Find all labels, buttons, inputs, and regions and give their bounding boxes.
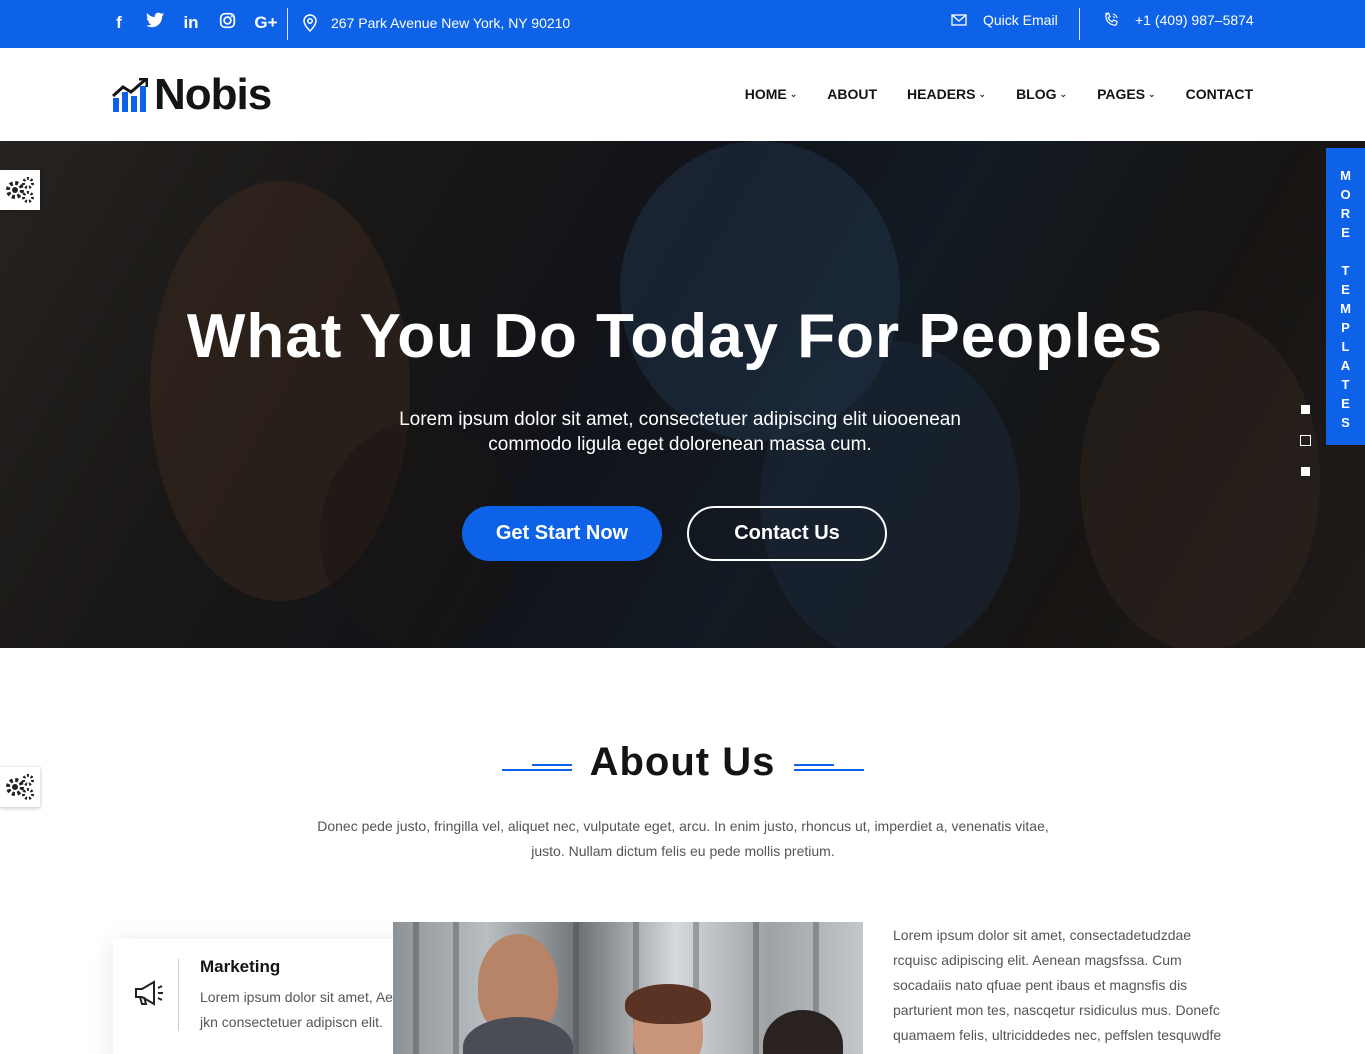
tab-letter: M	[1340, 301, 1351, 316]
tab-letter	[1344, 242, 1348, 261]
about-paragraph-line: rcquisc adipiscing elit. Aenean magsfssa…	[893, 952, 1182, 968]
chevron-down-icon: ⌄	[1148, 88, 1156, 99]
slide-dot[interactable]	[1301, 405, 1310, 414]
phone-link[interactable]: +1 (409) 987–5874	[1103, 12, 1254, 28]
card-title: Marketing	[200, 957, 281, 976]
hero-overlay	[0, 141, 1365, 648]
hero-subtitle-line: commodo ligula eget dolorenean massa cum…	[488, 434, 872, 455]
about-paragraph-line: parturient mon tes, nascqetur rsidiculus…	[893, 1002, 1220, 1018]
tab-letter: T	[1341, 377, 1350, 392]
linkedin-icon[interactable]: in	[180, 12, 202, 34]
brand-name: Nobis	[154, 70, 272, 119]
about-paragraph-line: Lorem ipsum dolor sit amet, consectadetu…	[893, 927, 1192, 943]
chevron-down-icon: ⌄	[1059, 88, 1068, 99]
nav-item-pages[interactable]: PAGES ⌄	[1097, 86, 1156, 102]
location-pin-icon	[303, 14, 317, 32]
slider-pagination	[1300, 405, 1311, 476]
about-paragraph: Lorem ipsum dolor sit amet, consectadetu…	[893, 923, 1258, 1048]
gears-icon	[6, 177, 34, 203]
social-links: f in G+	[108, 12, 280, 34]
google-plus-icon[interactable]: G+	[252, 12, 280, 34]
phone-number: +1 (409) 987–5874	[1135, 12, 1254, 28]
nav-label: HEADERS	[907, 86, 976, 102]
tab-letter: T	[1341, 263, 1350, 278]
nav-item-about[interactable]: ABOUT	[827, 86, 877, 102]
nav-label: BLOG	[1016, 86, 1057, 102]
twitter-icon[interactable]	[144, 12, 166, 34]
about-description-line: justo. Nullam dictum felis eu pede molli…	[531, 843, 835, 859]
about-description-line: Donec pede justo, fringilla vel, aliquet…	[317, 818, 1049, 834]
more-templates-tab[interactable]: MORE TEMPLATES	[1326, 148, 1365, 445]
nav-item-headers[interactable]: HEADERS ⌄	[907, 86, 986, 102]
nav-label: HOME	[744, 86, 787, 102]
logo[interactable]: Nobis	[112, 70, 272, 120]
nav-item-contact[interactable]: CONTACT	[1186, 86, 1253, 102]
hero-title: What You Do Today For Peoples	[186, 302, 1164, 371]
nav-item-home[interactable]: HOME ⌄	[745, 86, 798, 102]
envelope-icon	[951, 14, 967, 26]
address: 267 Park Avenue New York, NY 90210	[303, 14, 570, 32]
settings-toggle[interactable]	[0, 170, 40, 210]
tab-letter: A	[1340, 358, 1351, 373]
team-photo	[393, 922, 863, 1054]
quick-email-link[interactable]: Quick Email	[951, 12, 1058, 28]
tab-letter: E	[1341, 225, 1350, 240]
about-paragraph-line: quamaem felis, ultriciddedes nec, peffsl…	[893, 1027, 1222, 1043]
nav-label: ABOUT	[827, 86, 878, 102]
tab-letter: M	[1340, 168, 1351, 183]
nav-item-blog[interactable]: BLOG ⌄	[1016, 86, 1067, 102]
about-description: Donec pede justo, fringilla vel, aliquet…	[283, 814, 1083, 864]
main-navbar: Nobis HOME ⌄ ABOUT HEADERS ⌄ BLOG ⌄ PAGES ⌄ …	[0, 48, 1365, 141]
chevron-down-icon: ⌄	[789, 88, 798, 99]
main-menu: HOME ⌄ ABOUT HEADERS ⌄ BLOG ⌄ PAGES ⌄ CONTAC…	[745, 86, 1253, 102]
tab-letter: R	[1340, 206, 1351, 221]
chart-logo-icon	[112, 78, 148, 112]
divider	[287, 8, 288, 40]
chevron-down-icon: ⌄	[978, 88, 987, 99]
instagram-icon[interactable]	[216, 12, 238, 34]
quick-email-label: Quick Email	[983, 12, 1058, 28]
tab-letter: L	[1341, 339, 1350, 354]
nav-label: PAGES	[1097, 86, 1146, 102]
tab-letter: E	[1341, 282, 1350, 297]
address-text: 267 Park Avenue New York, NY 90210	[331, 15, 571, 31]
tab-letter: P	[1341, 320, 1350, 335]
hero-slider: What You Do Today For Peoples Lorem ipsu…	[0, 141, 1365, 648]
divider	[178, 959, 179, 1031]
hero-subtitle: Lorem ipsum dolor sit amet, consectetuer…	[380, 407, 980, 457]
divider	[1079, 8, 1080, 40]
nav-label: CONTACT	[1185, 86, 1253, 102]
facebook-icon[interactable]: f	[108, 12, 130, 34]
slide-dot-active[interactable]	[1300, 435, 1311, 446]
megaphone-icon	[133, 979, 165, 1012]
phone-icon	[1104, 12, 1118, 26]
about-paragraph-line: socadaiis nato qfuae pent ibaus et magns…	[893, 977, 1188, 993]
get-start-now-button[interactable]: Get Start Now	[462, 506, 662, 561]
top-bar: f in G+ 267 Park Avenue New York, NY 902…	[0, 0, 1365, 48]
tab-letter: E	[1341, 396, 1350, 411]
about-heading: About Us	[0, 740, 1365, 785]
slide-dot[interactable]	[1301, 467, 1310, 476]
title-decoration	[794, 764, 864, 772]
contact-us-button[interactable]: Contact Us	[687, 506, 887, 561]
tab-letter: S	[1341, 415, 1350, 430]
hero-subtitle-line: Lorem ipsum dolor sit amet, consectetuer…	[399, 409, 961, 430]
about-title: About Us	[589, 740, 776, 784]
tab-letter: O	[1340, 187, 1351, 202]
